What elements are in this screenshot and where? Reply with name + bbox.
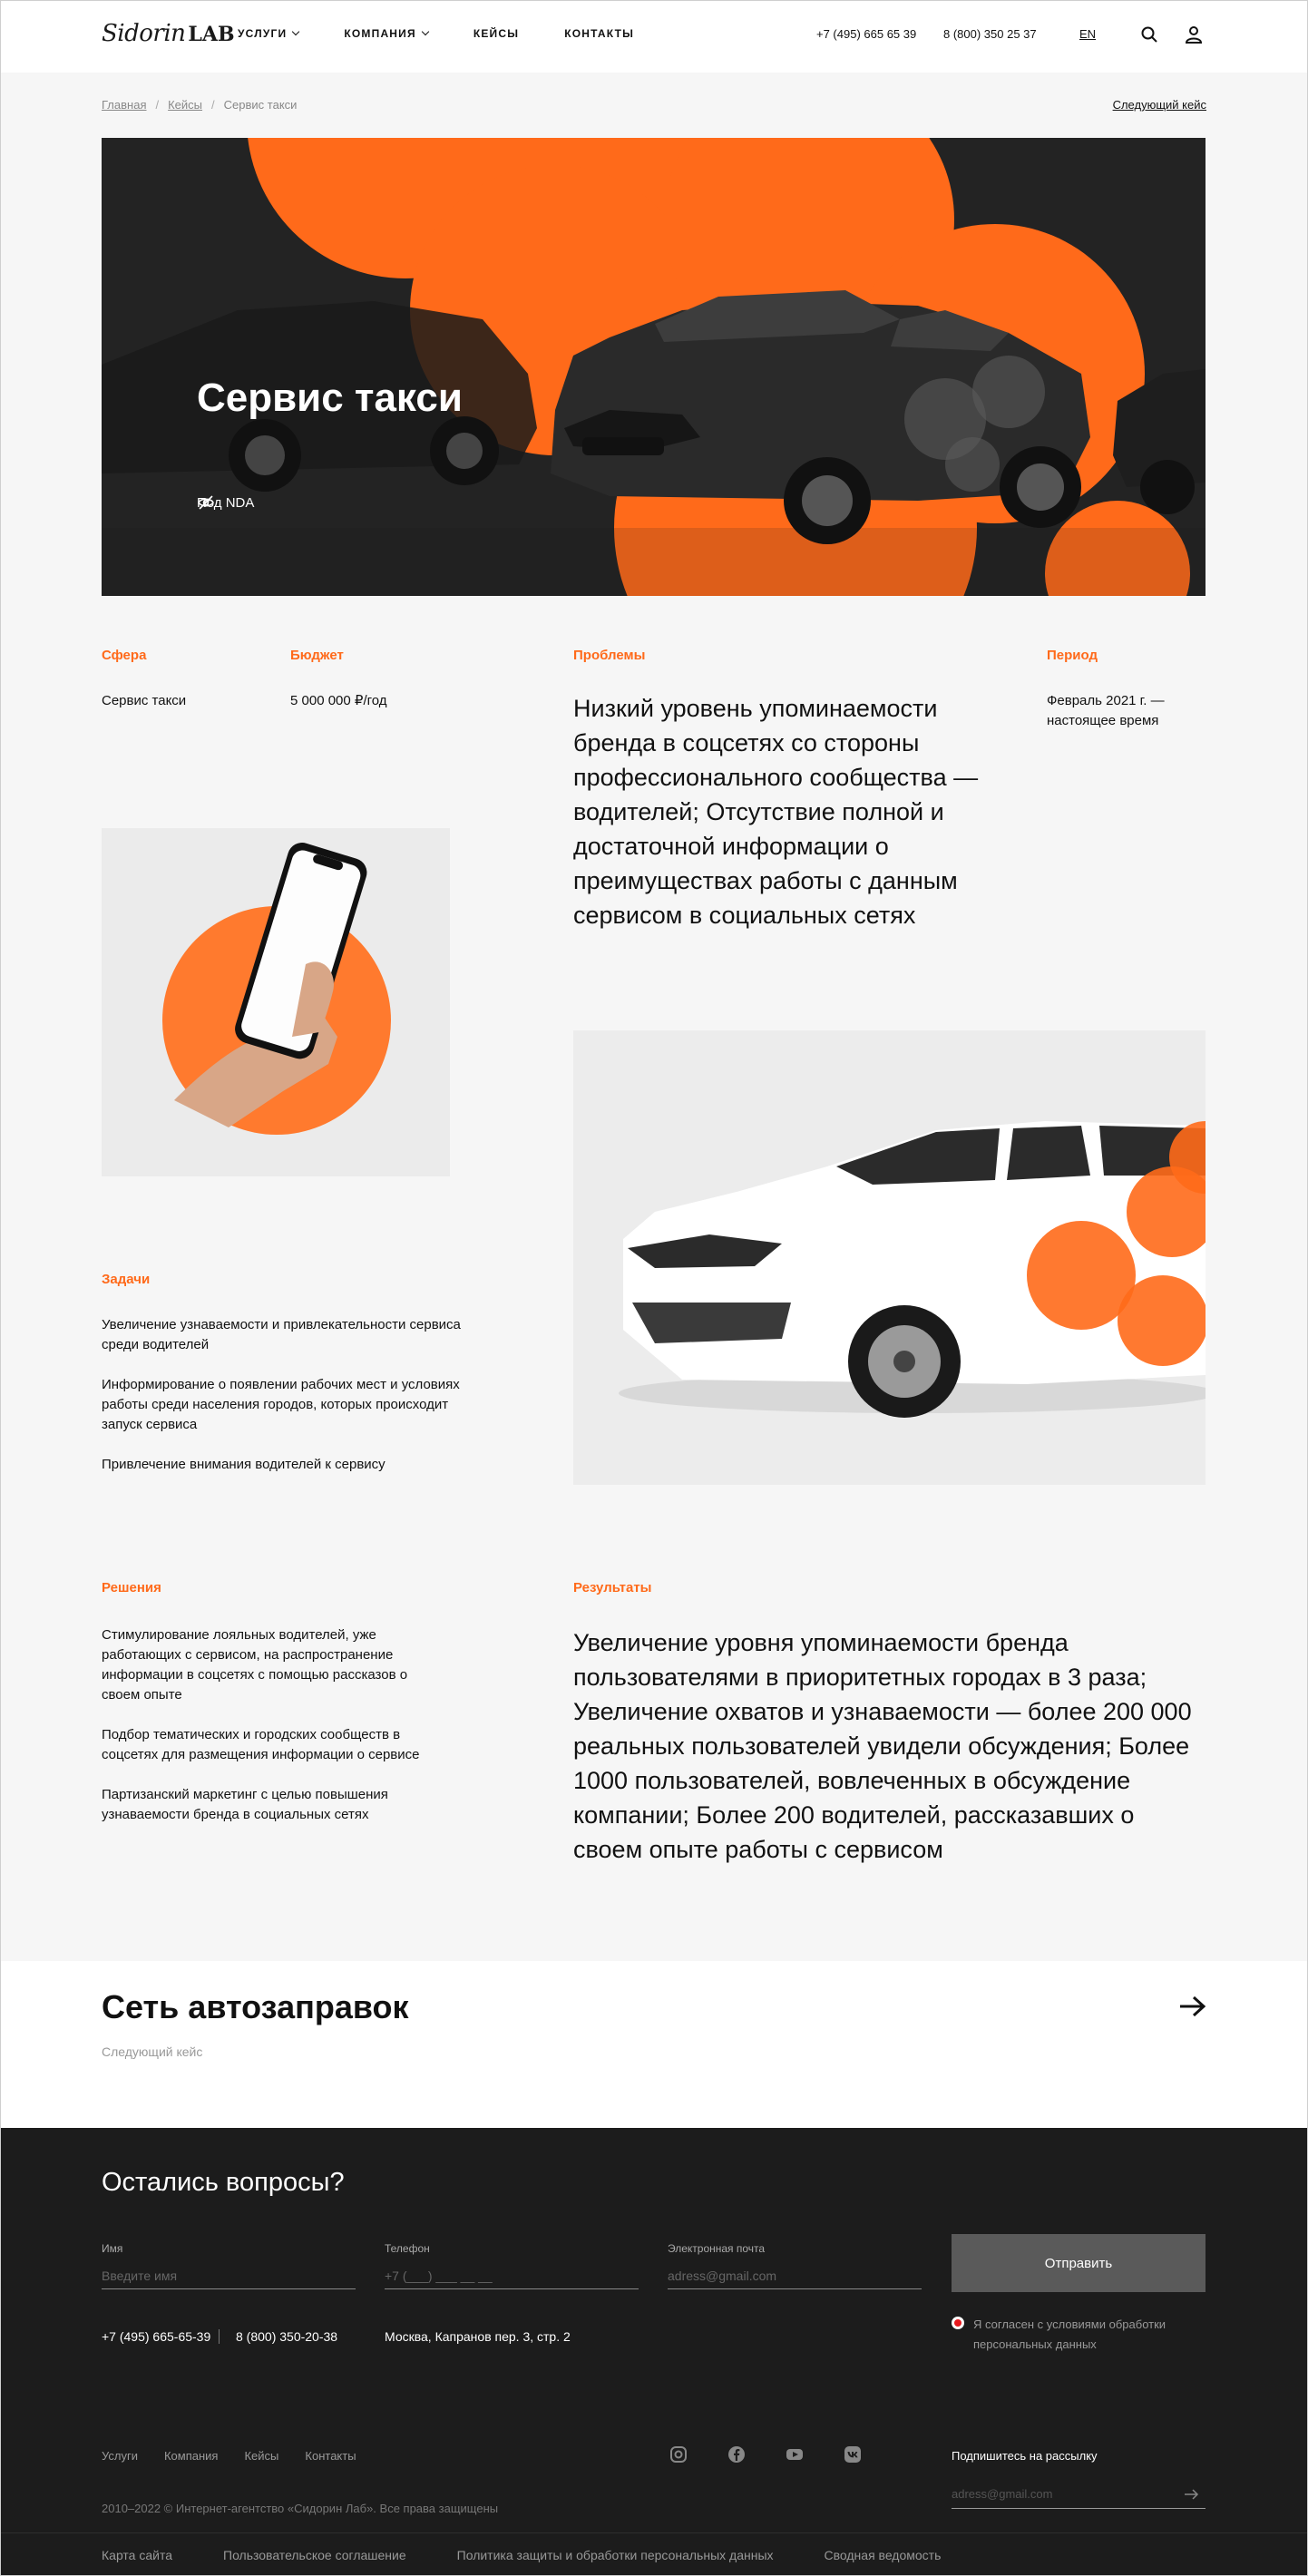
summary-statement-link[interactable]: Сводная ведомость xyxy=(825,2548,942,2562)
tasks-label: Задачи xyxy=(102,1272,151,1287)
footer-phone-2[interactable]: 8 (800) 350-20-38 xyxy=(236,2329,337,2344)
nav-item-label: КОНТАКТЫ xyxy=(564,27,635,40)
list-item: Партизанский маркетинг с целью повышения… xyxy=(102,1787,388,1822)
facebook-icon[interactable] xyxy=(727,2445,746,2464)
phone-image xyxy=(102,828,450,1176)
list-item: Информирование о появлении рабочих мест … xyxy=(102,1377,460,1432)
vk-icon[interactable] xyxy=(844,2445,862,2464)
list-item: Увеличение узнаваемости и привлекательно… xyxy=(102,1317,461,1352)
logo-lab: LAB xyxy=(188,23,235,46)
phone-label: Телефон xyxy=(385,2242,430,2255)
contact-divider xyxy=(219,2329,220,2344)
solutions-list: Стимулирование лояльных водителей, уже р… xyxy=(102,1625,446,1845)
footer-bottom-bar: Карта сайта Пользовательское соглашение … xyxy=(0,2532,1308,2576)
submit-button[interactable]: Отправить xyxy=(952,2234,1206,2292)
name-label: Имя xyxy=(102,2242,123,2255)
sitemap-link[interactable]: Карта сайта xyxy=(102,2548,172,2562)
next-case-title[interactable]: Сеть автозаправок xyxy=(102,1988,409,2026)
contact-form-title: Остались вопросы? xyxy=(102,2168,345,2197)
site-footer: Остались вопросы? Имя Телефон Электронна… xyxy=(0,2128,1308,2576)
user-icon[interactable] xyxy=(1186,25,1202,44)
language-switch[interactable]: EN xyxy=(1079,27,1096,41)
footer-menu: Услуги Компания Кейсы Контакты xyxy=(102,2449,356,2463)
next-case-block[interactable]: Сеть автозаправок Следующий кейс xyxy=(0,1961,1308,2128)
list-item: Стимулирование лояльных водителей, уже р… xyxy=(102,1627,408,1703)
nav-item-label: КОМПАНИЯ xyxy=(344,27,416,40)
solutions-label: Решения xyxy=(102,1580,161,1595)
arrow-right-icon[interactable] xyxy=(1185,2489,1199,2500)
chevron-down-icon xyxy=(292,27,300,36)
header-phone-1[interactable]: +7 (495) 665 65 39 xyxy=(816,27,916,41)
instagram-icon[interactable] xyxy=(669,2445,688,2464)
search-icon[interactable] xyxy=(1141,26,1157,43)
email-label: Электронная почта xyxy=(668,2242,766,2255)
budget-label: Бюджет xyxy=(290,648,344,663)
nav-item-label: УСЛУГИ xyxy=(238,27,288,40)
footer-menu-item[interactable]: Услуги xyxy=(102,2449,138,2463)
sphere-value: Сервис такси xyxy=(102,693,187,708)
subscribe-input[interactable] xyxy=(952,2480,1206,2509)
name-field[interactable] xyxy=(102,2262,356,2289)
sphere-label: Сфера xyxy=(102,648,147,663)
youtube-icon[interactable] xyxy=(786,2445,804,2464)
breadcrumb-current: Сервис такси xyxy=(223,98,298,112)
breadcrumb: Главная / Кейсы / Сервис такси xyxy=(102,98,297,112)
footer-menu-item[interactable]: Кейсы xyxy=(244,2449,278,2463)
arrow-right-icon[interactable] xyxy=(1179,1995,1206,2017)
phone-illustration xyxy=(102,828,450,1176)
site-logo[interactable]: Sidorin LAB xyxy=(102,20,235,47)
nav-item-label: КЕЙСЫ xyxy=(473,27,520,40)
footer-menu-item[interactable]: Контакты xyxy=(305,2449,356,2463)
nav-item-contacts[interactable]: КОНТАКТЫ xyxy=(564,27,634,40)
results-text: Увеличение уровня упоминаемости бренда п… xyxy=(573,1629,1192,1863)
nda-badge: Под NDA xyxy=(197,495,254,511)
hero-illustration xyxy=(102,138,1206,596)
list-item: Подбор тематических и городских сообщест… xyxy=(102,1727,420,1762)
eye-off-icon xyxy=(198,495,214,510)
site-header: Sidorin LAB УСЛУГИ КОМПАНИЯ КЕЙСЫ КОНТАКТ… xyxy=(0,0,1308,73)
phone-field[interactable] xyxy=(385,2262,639,2289)
footer-menu-item[interactable]: Компания xyxy=(164,2449,219,2463)
car-illustration xyxy=(573,1030,1206,1485)
subscribe-label: Подпишитесь на рассылку xyxy=(952,2449,1098,2463)
header-phone-2[interactable]: 8 (800) 350 25 37 xyxy=(943,27,1037,41)
footer-bottom-links: Карта сайта Пользовательское соглашение … xyxy=(102,2548,941,2562)
problems-text: Низкий уровень упоминаемости бренда в со… xyxy=(573,695,979,929)
nav-item-cases[interactable]: КЕЙСЫ xyxy=(473,27,519,40)
consent-checkbox[interactable]: Я согласен с условиями обработки персона… xyxy=(952,2315,1209,2355)
breadcrumb-home[interactable]: Главная xyxy=(102,98,146,112)
tasks-list: Увеличение узнаваемости и привлекательно… xyxy=(102,1315,464,1495)
footer-phone-1[interactable]: +7 (495) 665-65-39 xyxy=(102,2329,210,2344)
consent-radio[interactable] xyxy=(952,2317,964,2329)
breadcrumb-separator: / xyxy=(155,98,160,112)
problems-label: Проблемы xyxy=(573,648,646,663)
user-agreement-link[interactable]: Пользовательское соглашение xyxy=(223,2548,406,2562)
breadcrumb-cases[interactable]: Кейсы xyxy=(168,98,202,112)
period-label: Период xyxy=(1047,648,1098,663)
list-item: Привлечение внимания водителей к сервису xyxy=(102,1457,386,1472)
privacy-policy-link[interactable]: Политика защиты и обработки персональных… xyxy=(457,2548,774,2562)
copyright: 2010–2022 © Интернет-агентство «Сидорин … xyxy=(102,2502,499,2515)
car-image xyxy=(573,1030,1206,1485)
results-label: Результаты xyxy=(573,1580,652,1595)
next-case-subtitle: Следующий кейс xyxy=(102,2044,203,2059)
budget-value: 5 000 000 ₽/год xyxy=(290,693,387,708)
email-field[interactable] xyxy=(668,2262,922,2289)
logo-script: Sidorin xyxy=(102,20,186,47)
period-value: Февраль 2021 г. — настоящее время xyxy=(1047,693,1165,728)
chevron-down-icon xyxy=(421,27,430,36)
nav-item-services[interactable]: УСЛУГИ xyxy=(238,27,300,40)
main-nav: УСЛУГИ КОМПАНИЯ КЕЙСЫ КОНТАКТЫ xyxy=(238,27,679,40)
hero-title: Сервис такси xyxy=(197,376,463,420)
nav-item-company[interactable]: КОМПАНИЯ xyxy=(344,27,430,40)
consent-radio-dot xyxy=(954,2319,961,2327)
footer-address: Москва, Капранов пер. 3, стр. 2 xyxy=(385,2329,571,2344)
hero-banner: Сервис такси Под NDA xyxy=(102,138,1206,596)
next-case-link[interactable]: Следующий кейс xyxy=(1113,98,1206,112)
consent-text: Я согласен с условиями обработки персона… xyxy=(973,2317,1166,2351)
breadcrumb-separator: / xyxy=(211,98,215,112)
